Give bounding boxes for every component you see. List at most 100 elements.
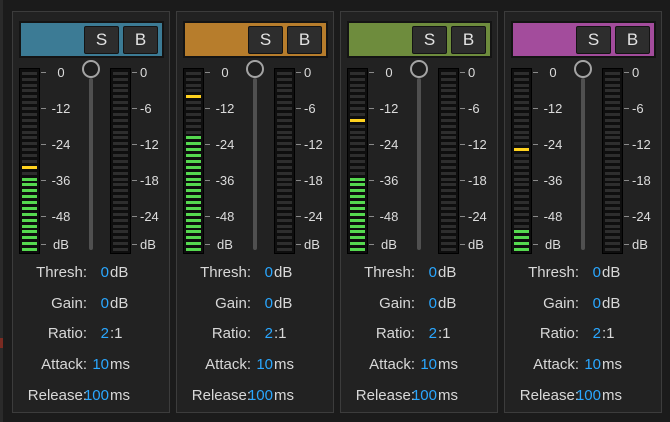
ratio-value[interactable]: 2 <box>593 323 601 345</box>
gain-reduction-meter-segment <box>113 148 128 152</box>
release-label: Release: <box>355 387 415 404</box>
release-value[interactable]: 100 <box>248 385 273 407</box>
input-scale-label: 0 <box>385 65 393 80</box>
bypass-button[interactable]: B <box>451 26 486 54</box>
gain-reduction-meter-segment <box>113 189 128 193</box>
param-row-release: Release: 100 ms <box>341 385 499 407</box>
bypass-button[interactable]: B <box>287 26 322 54</box>
gain-reduction-meter-segment <box>605 101 620 105</box>
param-row-gain: Gain: 0 dB <box>13 293 171 315</box>
attack-unit: ms <box>602 356 622 373</box>
gain-reduction-meter-segment <box>277 195 292 199</box>
threshold-fader-knob[interactable] <box>574 60 592 78</box>
ratio-value[interactable]: 2 <box>429 323 437 345</box>
gain-reduction-scale-tick <box>296 244 301 245</box>
solo-button[interactable]: S <box>412 26 447 54</box>
bypass-button[interactable]: B <box>123 26 158 54</box>
input-meter-segment <box>350 171 365 175</box>
threshold-fader-knob[interactable] <box>410 60 428 78</box>
gain-reduction-meter-segment <box>605 124 620 128</box>
attack-value[interactable]: 10 <box>420 354 437 376</box>
gain-reduction-scale-tick <box>460 216 465 217</box>
ratio-value[interactable]: 2 <box>101 323 109 345</box>
release-unit: ms <box>438 387 458 404</box>
threshold-fader-track[interactable] <box>581 78 585 250</box>
solo-button[interactable]: S <box>84 26 119 54</box>
attack-value[interactable]: 10 <box>256 354 273 376</box>
gain-reduction-scale-label: 0 <box>304 65 312 80</box>
input-meter-segment <box>350 112 365 116</box>
thresh-value[interactable]: 0 <box>101 262 109 284</box>
gain-reduction-meter-segment <box>605 89 620 93</box>
input-meter-segment <box>514 218 529 222</box>
threshold-fader-track[interactable] <box>89 78 93 250</box>
input-scale-label: -12 <box>51 101 71 116</box>
input-meter-segment <box>22 189 37 193</box>
band-header: SB <box>511 21 656 58</box>
gain-reduction-meter-segment <box>441 112 456 116</box>
thresh-value[interactable]: 0 <box>429 262 437 284</box>
input-meter-segment <box>514 177 529 181</box>
attack-value[interactable]: 10 <box>584 354 601 376</box>
attack-value[interactable]: 10 <box>92 354 109 376</box>
release-value[interactable]: 100 <box>412 385 437 407</box>
input-meter-segment <box>350 165 365 169</box>
band-header: SB <box>183 21 328 58</box>
input-scale-label: 0 <box>57 65 65 80</box>
threshold-fader-track[interactable] <box>253 78 257 250</box>
thresh-unit: dB <box>438 264 457 281</box>
gain-unit: dB <box>110 295 129 312</box>
gain-reduction-meter-segment <box>441 242 456 246</box>
gain-value[interactable]: 0 <box>593 293 601 315</box>
gain-value[interactable]: 0 <box>429 293 437 315</box>
band-header: SB <box>19 21 164 58</box>
gain-reduction-meter-segment <box>113 118 128 122</box>
gain-reduction-scale-tick <box>132 244 137 245</box>
input-meter-segment <box>22 248 37 251</box>
threshold-fader-knob[interactable] <box>246 60 264 78</box>
gain-reduction-meter-segments <box>277 71 292 251</box>
input-scale-label: dB <box>217 237 233 252</box>
release-value[interactable]: 100 <box>84 385 109 407</box>
gain-reduction-meter-segment <box>113 142 128 146</box>
gain-reduction-scale-label: dB <box>632 237 648 252</box>
gain-reduction-meter-segment <box>277 95 292 99</box>
input-scale-tick <box>41 72 46 73</box>
attack-unit: ms <box>274 356 294 373</box>
gain-reduction-meter-segment <box>277 183 292 187</box>
release-value[interactable]: 100 <box>576 385 601 407</box>
gain-value[interactable]: 0 <box>101 293 109 315</box>
bypass-button[interactable]: B <box>615 26 650 54</box>
threshold-fader-track[interactable] <box>417 78 421 250</box>
input-meter-segment <box>186 77 201 81</box>
input-meter-segment <box>350 195 365 199</box>
gain-reduction-scale-tick <box>132 216 137 217</box>
gain-reduction-meter-segment <box>113 136 128 140</box>
thresh-value[interactable]: 0 <box>593 262 601 284</box>
input-meter-segment <box>186 159 201 163</box>
gain-reduction-meter-segment <box>113 183 128 187</box>
input-meter-segment <box>350 248 365 251</box>
solo-button[interactable]: S <box>248 26 283 54</box>
gain-reduction-meter-segment <box>277 154 292 158</box>
ratio-unit: :1 <box>438 325 451 342</box>
thresh-label: Thresh: <box>528 264 579 281</box>
input-meter-segment <box>186 107 201 111</box>
solo-button[interactable]: S <box>576 26 611 54</box>
gain-reduction-scale-tick <box>296 108 301 109</box>
input-meter-segment <box>514 171 529 175</box>
ratio-value[interactable]: 2 <box>265 323 273 345</box>
gain-reduction-scale-label: dB <box>468 237 484 252</box>
input-meter-segment <box>22 77 37 81</box>
thresh-value[interactable]: 0 <box>265 262 273 284</box>
input-meter-segment <box>514 118 529 122</box>
gain-reduction-scale-label: -18 <box>140 173 159 188</box>
gain-reduction-scale-tick <box>624 180 629 181</box>
input-scale-tick <box>205 216 210 217</box>
input-meter-segment <box>350 71 365 75</box>
gain-reduction-meter-segment <box>113 95 128 99</box>
threshold-fader-knob[interactable] <box>82 60 100 78</box>
gain-reduction-meter-segment <box>113 195 128 199</box>
gain-value[interactable]: 0 <box>265 293 273 315</box>
gain-reduction-meter-segment <box>113 230 128 234</box>
